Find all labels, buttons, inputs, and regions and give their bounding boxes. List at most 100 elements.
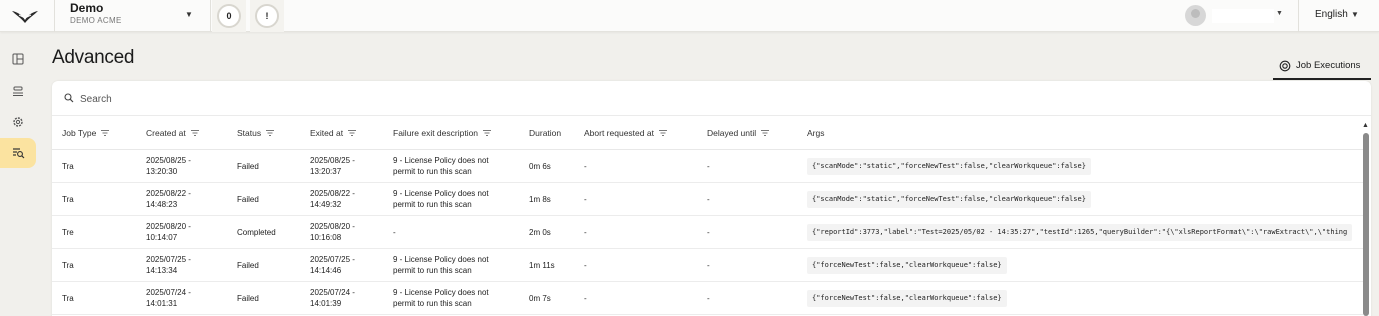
cell-job-type: Tra xyxy=(62,162,74,171)
filter-icon[interactable] xyxy=(190,128,199,138)
column-header-delayed-until[interactable]: Delayed until xyxy=(707,128,770,138)
cell-duration: 0m 7s xyxy=(529,294,551,303)
cell-args: {"reportId":3773,"label":"Test=2025/05/0… xyxy=(807,224,1353,241)
divider xyxy=(210,0,211,32)
cell-time: 14:13:34 xyxy=(146,266,178,275)
cell-abort-requested: - xyxy=(584,228,587,237)
cell-duration: 0m 6s xyxy=(529,162,551,171)
cell-args: {"forceNewTest":false,"clearWorkqueue":f… xyxy=(807,257,1007,274)
column-header-abort-requested-at[interactable]: Abort requested at xyxy=(584,128,667,138)
job-counter-button[interactable]: 0 xyxy=(212,0,246,32)
cell-created-at: 2025/08/22 - 14:48:23 xyxy=(146,188,191,210)
column-header-created-at[interactable]: Created at xyxy=(146,128,199,138)
filter-icon[interactable] xyxy=(658,128,667,138)
filter-icon[interactable] xyxy=(101,128,110,138)
cell-line: permit to run this scan xyxy=(393,167,472,176)
stack-icon xyxy=(13,86,23,96)
search-input[interactable] xyxy=(80,90,480,108)
alerts-button[interactable]: ! xyxy=(250,0,284,32)
column-header-status[interactable]: Status xyxy=(237,128,275,138)
cell-duration: 2m 0s xyxy=(529,228,551,237)
cell-args: {"scanMode":"static","forceNewTest":fals… xyxy=(807,191,1091,208)
column-header-exited-at[interactable]: Exited at xyxy=(310,128,357,138)
cell-args: {"forceNewTest":false,"clearWorkqueue":f… xyxy=(807,290,1007,307)
cell-date: 2025/08/20 - xyxy=(310,222,355,231)
cell-status: Failed xyxy=(237,162,259,171)
caret-down-icon[interactable]: ▼ xyxy=(185,10,193,19)
cell-time: 13:20:30 xyxy=(146,167,178,176)
cell-time: 10:16:08 xyxy=(310,233,342,242)
cell-failure-description: 9 - License Policy does not permit to run… xyxy=(393,254,489,276)
cell-exited-at: 2025/08/25 - 13:20:37 xyxy=(310,155,355,177)
column-header-args[interactable]: Args xyxy=(807,128,824,138)
column-header-job-type[interactable]: Job Type xyxy=(62,128,110,138)
cell-exited-at: 2025/07/24 - 14:01:39 xyxy=(310,287,355,309)
cell-time: 14:01:39 xyxy=(310,299,342,308)
cell-delayed-until: - xyxy=(707,195,710,204)
column-header-failure-exit-description[interactable]: Failure exit description xyxy=(393,128,492,138)
cell-duration: 1m 11s xyxy=(529,261,555,270)
cell-time: 14:48:23 xyxy=(146,200,178,209)
column-label: Created at xyxy=(146,128,186,138)
table-row[interactable]: Tra 2025/08/22 - 14:48:23 Failed 2025/08/… xyxy=(52,183,1363,216)
table-row[interactable]: Tra 2025/07/24 - 14:01:31 Failed 2025/07/… xyxy=(52,282,1363,315)
cell-date: 2025/08/25 - xyxy=(310,156,355,165)
cell-date: 2025/07/25 - xyxy=(310,255,355,264)
column-label: Exited at xyxy=(310,128,344,138)
top-bar: Demo DEMO ACME ▼ 0 ! ▼ English ▼ xyxy=(0,0,1379,32)
cell-exited-at: 2025/08/20 - 10:16:08 xyxy=(310,221,355,243)
filter-icon[interactable] xyxy=(483,128,492,138)
sidebar xyxy=(0,33,38,316)
job-search-icon xyxy=(12,148,24,159)
cell-time: 14:14:46 xyxy=(310,266,342,275)
cell-delayed-until: - xyxy=(707,261,710,270)
cell-duration: 1m 8s xyxy=(529,195,551,204)
cell-date: 2025/08/22 - xyxy=(310,189,355,198)
cell-date: 2025/08/25 - xyxy=(146,156,191,165)
job-counter-badge: 0 xyxy=(217,4,241,28)
caret-down-icon[interactable]: ▼ xyxy=(1351,10,1359,19)
cell-line: 9 - License Policy does not xyxy=(393,255,489,264)
cell-line: 9 - License Policy does not xyxy=(393,288,489,297)
filter-icon[interactable] xyxy=(266,128,275,138)
search-icon xyxy=(64,93,74,103)
scrollbar-thumb[interactable] xyxy=(1363,133,1369,316)
column-label: Failure exit description xyxy=(393,128,479,138)
cell-date: 2025/07/24 - xyxy=(146,288,191,297)
language-selector[interactable]: English xyxy=(1315,9,1348,20)
sidebar-item-stack[interactable] xyxy=(0,76,36,106)
brand-logo-icon[interactable] xyxy=(10,6,40,26)
cell-exited-at: 2025/07/25 - 14:14:46 xyxy=(310,254,355,276)
column-label: Delayed until xyxy=(707,128,757,138)
cell-time: 13:20:37 xyxy=(310,167,342,176)
sidebar-item-jobs[interactable] xyxy=(0,138,36,168)
alert-icon: ! xyxy=(255,4,279,28)
table-row[interactable]: Tra 2025/08/25 - 13:20:30 Failed 2025/08/… xyxy=(52,150,1363,183)
sidebar-item-dashboard[interactable] xyxy=(0,44,36,74)
cell-exited-at: 2025/08/22 - 14:49:32 xyxy=(310,188,355,210)
cell-job-type: Tra xyxy=(62,294,74,303)
tab-label: Job Executions xyxy=(1296,60,1361,71)
cell-date: 2025/08/20 - xyxy=(146,222,191,231)
filter-icon[interactable] xyxy=(761,128,770,138)
sidebar-item-settings[interactable] xyxy=(0,107,36,137)
column-label: Job Type xyxy=(62,128,97,138)
table-row[interactable]: Tra 2025/07/25 - 14:13:34 Failed 2025/07/… xyxy=(52,249,1363,282)
cell-time: 14:49:32 xyxy=(310,200,342,209)
cell-time: 10:14:07 xyxy=(146,233,178,242)
dashboard-icon xyxy=(12,53,24,65)
filter-icon[interactable] xyxy=(348,128,357,138)
search-bar xyxy=(52,81,1371,116)
cell-status: Failed xyxy=(237,195,259,204)
cell-failure-description: 9 - License Policy does not permit to run… xyxy=(393,155,489,177)
column-header-duration[interactable]: Duration xyxy=(529,128,561,138)
tab-job-executions[interactable]: Job Executions xyxy=(1273,53,1371,80)
table-row[interactable]: Tre 2025/08/20 - 10:14:07 Completed 2025/… xyxy=(52,216,1363,249)
scroll-up-icon[interactable]: ▲ xyxy=(1362,122,1369,129)
avatar[interactable] xyxy=(1185,5,1206,26)
cell-args: {"scanMode":"static","forceNewTest":fals… xyxy=(807,158,1091,175)
org-switcher[interactable]: Demo DEMO ACME xyxy=(70,2,122,27)
caret-down-icon[interactable]: ▼ xyxy=(1276,10,1283,17)
user-name-field[interactable] xyxy=(1212,9,1274,23)
cell-line: permit to run this scan xyxy=(393,299,472,308)
